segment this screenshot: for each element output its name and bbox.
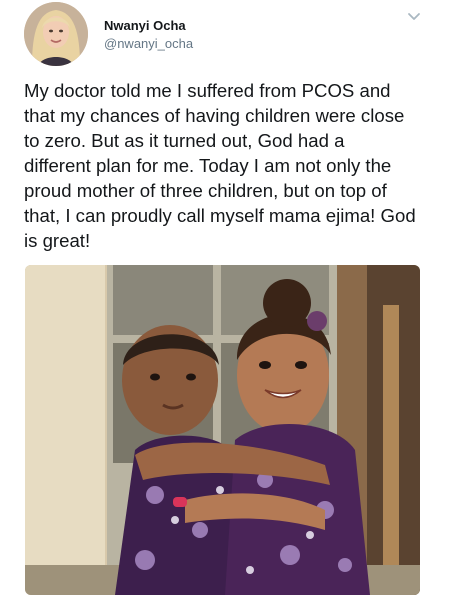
avatar-image [24, 2, 88, 66]
display-name[interactable]: Nwanyi Ocha [104, 18, 186, 33]
tweet-photo[interactable] [25, 265, 420, 595]
avatar[interactable] [24, 2, 88, 66]
user-handle[interactable]: @nwanyi_ocha [104, 36, 193, 51]
tweet-card: Nwanyi Ocha @nwanyi_ocha My doctor told … [0, 0, 470, 598]
tweet-text: My doctor told me I suffered from PCOS a… [24, 80, 416, 251]
photo-image [25, 265, 420, 595]
chevron-down-icon[interactable] [404, 10, 424, 24]
tweet-header: Nwanyi Ocha @nwanyi_ocha [0, 0, 470, 72]
